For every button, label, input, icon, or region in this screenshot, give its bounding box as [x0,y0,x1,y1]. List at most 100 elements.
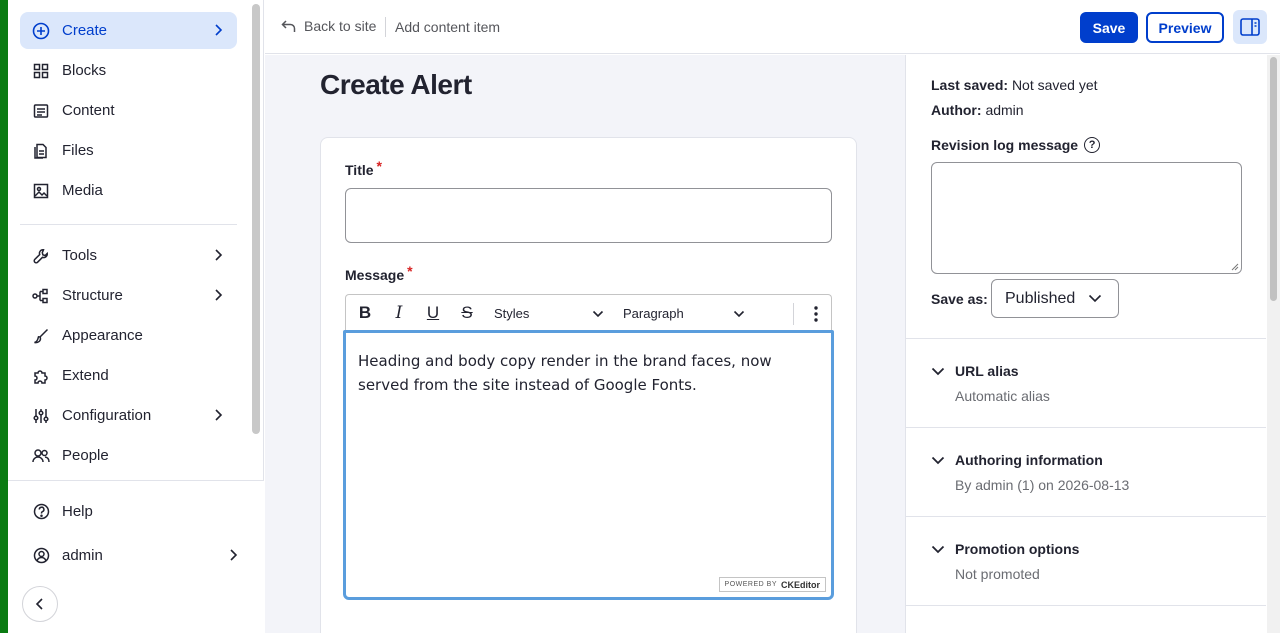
help-icon [32,503,50,521]
sidebar-scrollbar[interactable] [252,4,260,434]
message-field-label: Message * [345,263,413,283]
sidebar-divider [20,224,237,225]
underline-button[interactable]: U [416,295,450,332]
sidebar-item-appearance[interactable]: Appearance [20,317,237,354]
chevron-down-icon [931,545,945,553]
media-icon [32,182,50,200]
message-editor[interactable]: Heading and body copy render in the bran… [343,330,834,600]
authoring-information-summary: By admin (1) on 2026-08-13 [955,477,1130,493]
structure-icon [32,287,50,305]
chevron-down-icon [1088,294,1102,303]
sidebar-item-configuration[interactable]: Configuration [20,397,237,434]
sidebar-item-label: Create [62,22,108,39]
puzzle-icon [32,367,50,385]
sidebar-item-label: Help [62,503,93,520]
plus-circle-icon [32,22,50,40]
people-icon [32,447,50,465]
chevron-right-icon [215,289,223,301]
sidebar-item-media[interactable]: Media [20,172,237,209]
chevron-down-icon [592,310,604,317]
meta-sidebar: Last saved: Not saved yet Author: admin … [905,55,1266,633]
styles-dropdown-label: Styles [494,306,530,321]
required-marker: * [407,263,413,279]
preview-button[interactable]: Preview [1146,12,1224,43]
sidebar-item-label: Configuration [62,407,152,424]
resize-handle-icon [1231,263,1239,271]
promotion-options-title: Promotion options [955,541,1080,557]
message-body-text: Heading and body copy render in the bran… [358,352,772,394]
sidebar-item-content[interactable]: Content [20,92,237,129]
more-options-button[interactable] [802,295,830,332]
sidebar-footer: Help admin [8,480,264,633]
strikethrough-button[interactable]: S [450,295,484,332]
ckeditor-logo: CKEditor [781,579,820,590]
section-divider [906,427,1266,428]
page-scrollbar-thumb[interactable] [1270,57,1277,301]
paragraph-dropdown[interactable]: Paragraph [623,295,745,332]
ckeditor-badge[interactable]: POWERED BY CKEditor [718,577,826,592]
back-to-site-link[interactable]: Back to site [281,18,376,34]
authoring-information-section[interactable]: Authoring information By admin (1) on 20… [931,452,1241,493]
more-vertical-icon [814,305,818,322]
sidebar-item-label: Structure [62,287,123,304]
sidebar-item-label: Blocks [62,62,107,79]
page-scrollbar[interactable] [1267,55,1280,633]
chevron-right-icon [215,249,223,261]
italic-button[interactable]: I [382,295,416,332]
sidebar-item-files[interactable]: Files [20,132,237,169]
save-as-select[interactable]: Published [991,279,1119,318]
save-as-value: Published [1005,289,1076,307]
sidebar-item-extend[interactable]: Extend [20,357,237,394]
chevron-down-icon [733,310,745,317]
author: Author: admin [931,102,1024,118]
sidebar-item-structure[interactable]: Structure [20,277,237,314]
bold-button[interactable]: B [348,295,382,332]
toggle-sidebar-panel-button[interactable] [1233,10,1267,44]
brush-icon [32,327,50,345]
authoring-information-title: Authoring information [955,452,1103,468]
section-divider [906,605,1266,606]
page-title: Create Alert [320,69,472,100]
url-alias-title: URL alias [955,363,1019,379]
blocks-icon [32,62,50,80]
promotion-options-section[interactable]: Promotion options Not promoted [931,541,1241,582]
save-as-label: Save as: [931,291,988,307]
required-marker: * [376,158,382,174]
sidebar-item-tools[interactable]: Tools [20,237,237,274]
sidebar-item-label: Media [62,182,103,199]
revision-log-textarea[interactable] [931,162,1242,274]
files-icon [32,142,50,160]
sidebar-item-user[interactable]: admin [20,537,252,574]
toolbar-separator [793,303,794,325]
revision-log-label: Revision log message ? [931,137,1101,153]
back-to-site-label: Back to site [304,18,377,34]
sidebar-item-label: Tools [62,247,98,264]
url-alias-section[interactable]: URL alias Automatic alias [931,363,1241,404]
chevron-right-icon [215,24,223,36]
sidebar-fade [16,465,256,481]
section-divider [906,516,1266,517]
styles-dropdown[interactable]: Styles [494,295,604,332]
sidebar-item-blocks[interactable]: Blocks [20,52,237,89]
url-alias-summary: Automatic alias [955,388,1050,404]
chevron-left-icon [35,598,43,610]
collapse-sidebar-button[interactable] [22,586,58,622]
last-saved: Last saved: Not saved yet [931,77,1098,93]
sidebar-item-create[interactable]: Create [20,12,237,49]
chevron-down-icon [931,456,945,464]
title-input[interactable] [345,188,832,243]
help-icon[interactable]: ? [1084,137,1101,153]
sidebar-item-label: Files [62,142,94,159]
main-content: Create Alert Title * Message * B I U S Sty… [265,55,905,633]
top-bar: Back to site Add content item Save Previ… [265,0,1280,54]
chevron-right-icon [230,549,238,561]
powered-by-label: POWERED BY [724,581,777,588]
chevron-right-icon [215,409,223,421]
sidebar-item-help[interactable]: Help [20,493,237,530]
sidebar-item-label: Content [62,102,115,119]
panel-icon [1240,18,1260,36]
chevron-down-icon [931,367,945,375]
wrench-icon [32,247,50,265]
save-button[interactable]: Save [1080,12,1138,43]
sidebar-item-label: People [62,447,109,464]
